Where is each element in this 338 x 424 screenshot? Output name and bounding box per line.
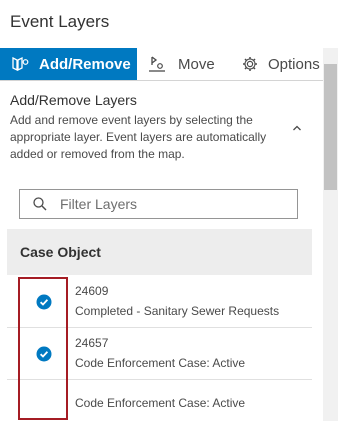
search-icon	[32, 196, 48, 212]
checked-icon[interactable]	[36, 346, 52, 362]
move-icon	[148, 55, 168, 73]
tab-options[interactable]: Options	[242, 48, 320, 80]
layer-id: 24657	[75, 336, 109, 350]
section-title: Add/Remove Layers	[10, 92, 137, 108]
filter-layers-field[interactable]	[19, 189, 298, 219]
section-description: Add and remove event layers by selecting…	[10, 113, 267, 161]
layer-name: Completed - Sanitary Sewer Requests	[75, 304, 280, 318]
chevron-up-icon[interactable]	[289, 120, 305, 136]
panel-title: Event Layers	[10, 12, 110, 31]
scrollbar-thumb[interactable]	[324, 64, 337, 190]
group-header: Case Object	[7, 229, 312, 275]
gear-icon	[242, 56, 258, 72]
tab-bar: Add/Remove Move Options	[0, 48, 338, 81]
layer-name: Code Enforcement Case: Active	[75, 356, 246, 370]
add-remove-layers-icon	[10, 56, 30, 72]
layer-list: 24609 Completed - Sanitary Sewer Request…	[7, 276, 312, 424]
layer-row[interactable]: 24609 Completed - Sanitary Sewer Request…	[7, 276, 312, 328]
group-title: Case Object	[20, 244, 101, 260]
layer-name: Code Enforcement Case: Active	[75, 396, 246, 410]
layer-row[interactable]: 24657 Code Enforcement Case: Active	[7, 328, 312, 380]
layer-id: 24609	[75, 284, 109, 298]
filter-layers-input[interactable]	[60, 196, 260, 212]
layer-row[interactable]: Code Enforcement Case: Active	[7, 380, 312, 424]
tab-label: Add/Remove	[39, 55, 131, 73]
tab-add-remove[interactable]: Add/Remove	[0, 48, 137, 80]
tab-move[interactable]: Move	[148, 48, 215, 80]
scrollbar[interactable]	[323, 48, 338, 421]
checked-icon[interactable]	[36, 294, 52, 310]
tab-label: Move	[178, 55, 215, 73]
tab-label: Options	[268, 55, 320, 73]
